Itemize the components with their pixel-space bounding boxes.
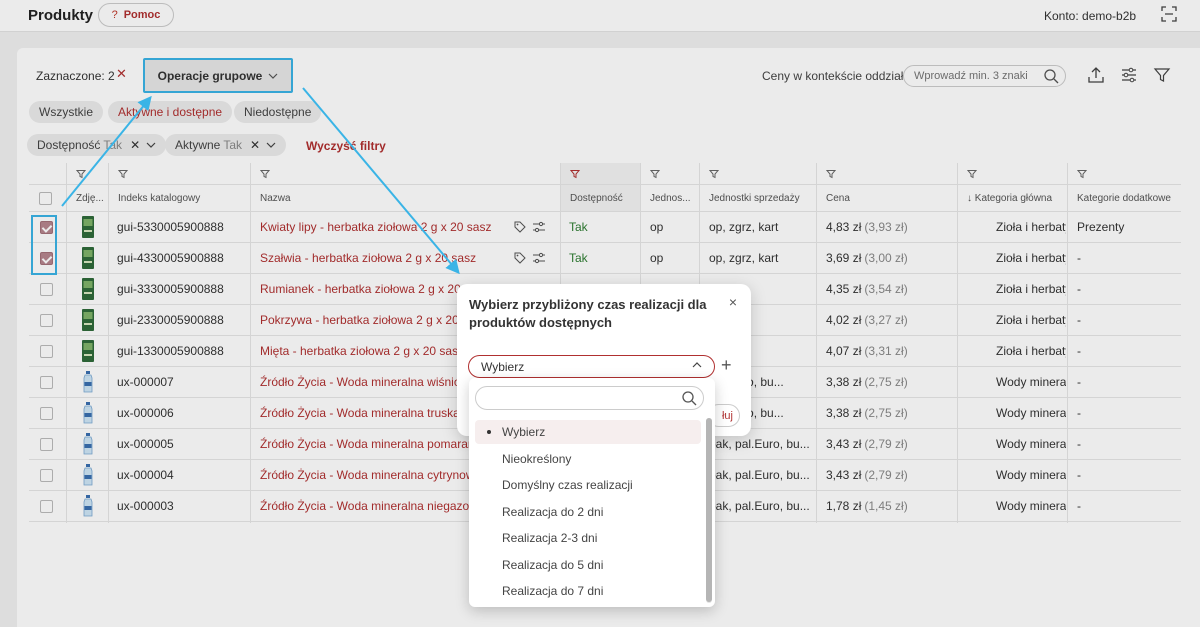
selected-dot-icon	[487, 430, 491, 434]
dropdown-option[interactable]: Nieokreślony	[475, 447, 701, 471]
dropdown-option[interactable]: Realizacja 2-3 dni	[475, 526, 701, 550]
lead-time-select[interactable]: Wybierz	[468, 355, 715, 378]
add-icon[interactable]: +	[721, 356, 732, 374]
dropdown-option[interactable]: Wybierz	[475, 420, 701, 444]
lead-time-select-value: Wybierz	[481, 359, 525, 374]
dropdown-option[interactable]: Realizacja do 5 dni	[475, 553, 701, 577]
search-icon	[682, 391, 697, 406]
dropdown-option-label: Realizacja do 7 dni	[502, 584, 604, 598]
dropdown-option-label: Realizacja do 5 dni	[502, 557, 604, 572]
dialog-title: Wybierz przybliżony czas realizacji dla …	[469, 297, 707, 330]
lead-time-dropdown: Wybierz Nieokreślony Domyślny czas realiza…	[469, 378, 715, 607]
dropdown-option-label: Domyślny czas realizacji	[502, 478, 633, 492]
scrollbar-thumb[interactable]	[706, 418, 712, 602]
chevron-up-icon	[692, 362, 702, 368]
dropdown-option-label: Nieokreślony	[502, 451, 572, 466]
dropdown-option-label: Realizacja do 2 dni	[502, 504, 604, 519]
dropdown-option[interactable]: Realizacja do 7 dni	[475, 579, 701, 603]
dropdown-option[interactable]: Domyślny czas realizacji	[475, 473, 701, 497]
close-icon[interactable]: ×	[729, 294, 737, 310]
dropdown-option-label: Wybierz	[502, 425, 546, 439]
dropdown-option-label: Realizacja 2-3 dni	[502, 531, 598, 545]
dropdown-option[interactable]: Realizacja do 2 dni	[475, 500, 701, 524]
dropdown-search[interactable]	[475, 386, 704, 410]
dropdown-search-input[interactable]	[486, 387, 686, 409]
dropdown-scrollbar[interactable]	[706, 418, 712, 603]
